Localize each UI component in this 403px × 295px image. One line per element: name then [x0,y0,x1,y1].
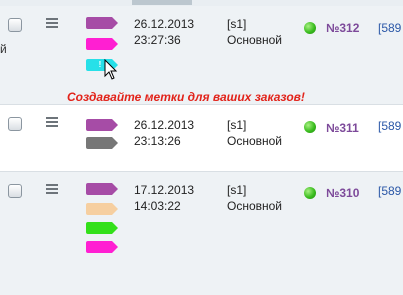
order-number-link[interactable]: №310 [326,186,359,200]
order-date-time: 14:03:22 [134,199,181,213]
status-indicator-icon [304,187,316,199]
status-indicator-icon [304,22,316,34]
table-row[interactable]: 17.12.2013 14:03:22 [s1] Основной №310 [… [0,171,403,295]
order-tag[interactable] [86,17,118,29]
site-id: [s1] [227,183,247,197]
order-tag[interactable] [86,38,118,50]
order-status: [s1] Основной [227,117,282,149]
column-header-tab [132,0,192,5]
row-menu-icon[interactable] [46,18,58,28]
order-date-day: 26.12.2013 [134,17,195,31]
order-user-link[interactable]: [589 [378,21,401,35]
row-menu-icon[interactable] [46,184,58,194]
order-date-day: 26.12.2013 [134,118,195,132]
row-menu-icon[interactable] [46,117,58,127]
order-date-time: 23:27:36 [134,33,181,47]
status-text: Основной [227,33,283,47]
order-date: 26.12.2013 23:27:36 [134,16,194,48]
table-row[interactable]: 26.12.2013 23:13:26 [s1] Основной №311 [… [0,104,403,171]
order-tag[interactable] [86,183,118,195]
row-checkbox[interactable] [8,117,22,131]
order-user-link[interactable]: [589 [378,184,401,198]
row-checkbox[interactable] [8,184,22,198]
order-date: 17.12.2013 14:03:22 [134,182,194,214]
order-tag[interactable] [86,137,118,149]
row-checkbox[interactable] [8,18,22,32]
promo-banner: Создавайте метки для ваших заказов! [67,90,305,104]
order-user-link[interactable]: [589 [378,119,401,133]
order-date-day: 17.12.2013 [134,183,195,197]
status-indicator-icon [304,121,316,133]
status-text: Основной [227,134,283,148]
site-id: [s1] [227,118,247,132]
order-tag[interactable] [86,119,118,131]
order-status: [s1] Основной [227,16,282,48]
mouse-pointer-icon [104,59,118,80]
truncated-cell-text: й [0,42,7,56]
order-number-link[interactable]: №311 [326,121,359,135]
order-status: [s1] Основной [227,182,282,214]
order-number-link[interactable]: №312 [326,21,359,35]
order-tag[interactable] [86,241,118,253]
info-icon: ! [98,60,102,69]
order-date-time: 23:13:26 [134,134,181,148]
order-tag[interactable] [86,222,118,234]
status-text: Основной [227,199,283,213]
order-date: 26.12.2013 23:13:26 [134,117,194,149]
order-tag[interactable] [86,203,118,215]
site-id: [s1] [227,17,247,31]
